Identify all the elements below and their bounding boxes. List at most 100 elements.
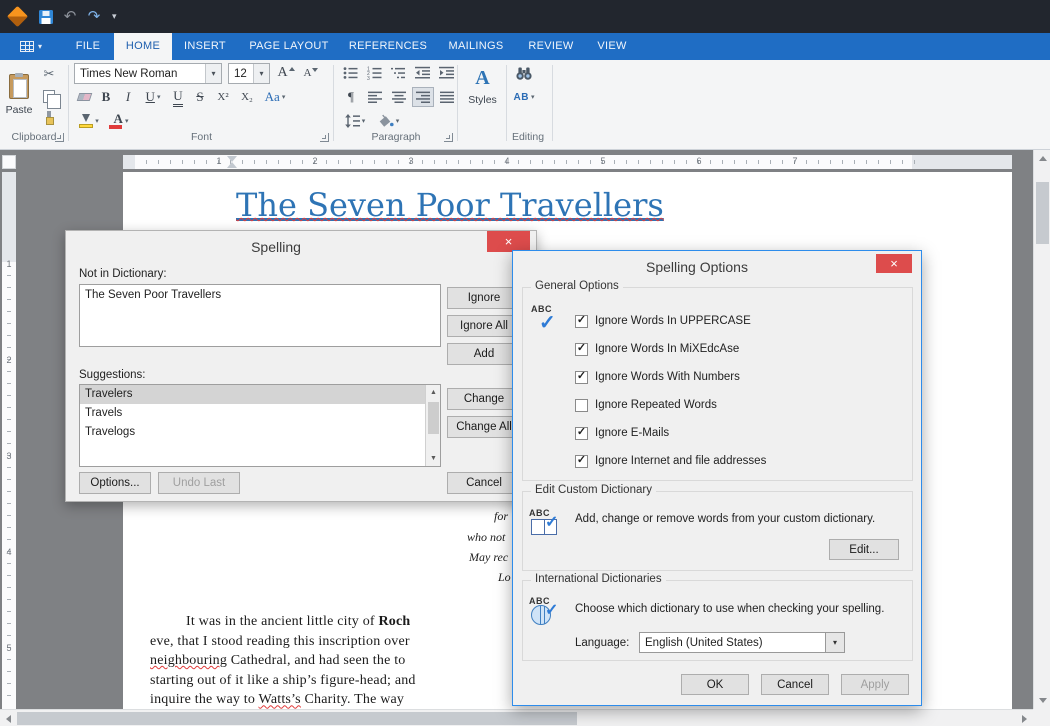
cancel-button[interactable]: Cancel — [761, 674, 829, 695]
clipboard-dialog-launcher[interactable] — [55, 133, 64, 142]
checkbox-ignore-emails[interactable]: ✓ — [575, 427, 588, 440]
ribbon-appmenu-button[interactable]: ▾ — [6, 33, 56, 60]
paragraph-dialog-launcher[interactable] — [444, 133, 453, 142]
shading-button[interactable]: ▾ — [374, 111, 404, 131]
vertical-scroll-thumb[interactable] — [1036, 182, 1049, 244]
hanging-indent-marker[interactable] — [227, 162, 237, 168]
font-color-button[interactable]: A ▾ — [106, 111, 136, 131]
numbering-button[interactable]: 123 — [362, 63, 386, 83]
styles-button[interactable]: A Styles — [460, 62, 505, 128]
font-size-dropdown-icon[interactable]: ▾ — [253, 64, 269, 83]
cut-button[interactable]: ✂ — [38, 64, 60, 84]
checkbox-ignore-repeated[interactable]: ✓ — [575, 399, 588, 412]
strikethrough-button[interactable]: S — [190, 87, 210, 107]
document-text-fragment[interactable]: Lo — [498, 570, 511, 585]
tab-insert[interactable]: INSERT — [172, 33, 238, 60]
horizontal-scrollbar[interactable] — [0, 709, 1050, 726]
line-spacing-dropdown-icon[interactable]: ▾ — [362, 117, 366, 125]
list-scroll-down-button[interactable]: ▼ — [426, 451, 441, 466]
checkbox-ignore-urls[interactable]: ✓ — [575, 455, 588, 468]
italic-button[interactable]: I — [118, 87, 138, 107]
text-highlight-button[interactable]: ▾ — [74, 111, 104, 131]
font-dialog-launcher[interactable] — [320, 133, 329, 142]
replace-button[interactable]: AB ▾ — [508, 87, 540, 107]
apply-button[interactable]: Apply — [841, 674, 909, 695]
document-text-fragment[interactable]: for — [494, 509, 508, 524]
quick-access-caret-icon[interactable]: ▾ — [112, 11, 117, 22]
horizontal-scroll-thumb[interactable] — [17, 712, 577, 725]
change-case-dropdown-icon[interactable]: ▾ — [282, 93, 286, 101]
suggestions-scrollbar[interactable]: ▲ ▼ — [425, 385, 440, 466]
close-button[interactable]: × — [876, 254, 912, 273]
ignore-button[interactable]: Ignore — [447, 287, 521, 309]
not-in-dictionary-textbox[interactable]: The Seven Poor Travellers — [79, 284, 441, 347]
options-button[interactable]: Options... — [79, 472, 151, 494]
underline-button[interactable]: U ▾ — [140, 87, 166, 107]
bold-button[interactable]: B — [96, 87, 116, 107]
undo-last-button[interactable]: Undo Last — [158, 472, 240, 494]
suggestions-listbox[interactable]: Travelers Travels Travelogs ▲ ▼ — [79, 384, 441, 467]
underline-dropdown-icon[interactable]: ▾ — [157, 93, 161, 101]
ignore-all-button[interactable]: Ignore All — [447, 315, 521, 337]
highlight-dropdown-icon[interactable]: ▾ — [95, 117, 99, 125]
vertical-scrollbar[interactable] — [1033, 150, 1050, 709]
tab-file[interactable]: FILE — [62, 33, 114, 60]
font-color-dropdown-icon[interactable]: ▾ — [125, 117, 129, 125]
scroll-left-button[interactable] — [0, 710, 17, 726]
ok-button[interactable]: OK — [681, 674, 749, 695]
checkbox-ignore-uppercase[interactable]: ✓ — [575, 315, 588, 328]
format-painter-button[interactable] — [38, 108, 60, 128]
suggestion-item[interactable]: Travels — [80, 404, 440, 423]
cancel-button[interactable]: Cancel — [447, 472, 521, 494]
tab-review[interactable]: REVIEW — [516, 33, 586, 60]
font-size-combo[interactable]: 12 ▾ — [228, 63, 270, 84]
copy-button[interactable] — [38, 86, 60, 106]
document-text-fragment[interactable]: May rec — [469, 550, 508, 565]
checkbox-ignore-numbers[interactable]: ✓ — [575, 371, 588, 384]
suggestion-item[interactable]: Travelers — [80, 385, 440, 404]
align-right-button[interactable] — [412, 87, 434, 107]
add-button[interactable]: Add — [447, 343, 521, 365]
shrink-font-button[interactable]: A — [300, 63, 322, 83]
horizontal-ruler[interactable]: 1 2 3 4 5 6 7 — [123, 155, 1012, 169]
list-scroll-up-button[interactable]: ▲ — [426, 385, 441, 400]
line-spacing-button[interactable]: ▾ — [340, 111, 370, 131]
font-name-combo[interactable]: Times New Roman ▾ — [74, 63, 222, 84]
show-marks-button[interactable]: ¶ — [340, 87, 362, 107]
justify-button[interactable] — [436, 87, 458, 107]
checkbox-ignore-mixedcase[interactable]: ✓ — [575, 343, 588, 356]
change-button[interactable]: Change — [447, 388, 521, 410]
suggestion-item[interactable]: Travelogs — [80, 423, 440, 442]
scroll-up-button[interactable] — [1034, 150, 1050, 167]
document-text-fragment[interactable]: who not — [467, 530, 505, 545]
tab-page-layout[interactable]: PAGE LAYOUT — [238, 33, 340, 60]
align-left-button[interactable] — [364, 87, 386, 107]
grow-font-button[interactable]: A — [274, 63, 298, 83]
app-logo-icon[interactable] — [0, 0, 34, 33]
save-button[interactable] — [34, 5, 58, 29]
change-all-button[interactable]: Change All — [447, 416, 521, 438]
increase-indent-button[interactable] — [434, 63, 458, 83]
bullets-button[interactable] — [338, 63, 362, 83]
replace-dropdown-icon[interactable]: ▾ — [531, 93, 535, 101]
superscript-button[interactable]: X² — [212, 87, 234, 107]
tab-view[interactable]: VIEW — [586, 33, 638, 60]
change-case-button[interactable]: Aa ▾ — [260, 87, 290, 107]
document-heading[interactable]: The Seven Poor Travellers — [236, 186, 664, 224]
tab-mailings[interactable]: MAILINGS — [436, 33, 516, 60]
subscript-button[interactable]: X₂ — [236, 87, 258, 107]
tab-references[interactable]: REFERENCES — [340, 33, 436, 60]
scroll-down-button[interactable] — [1034, 692, 1050, 709]
vertical-ruler[interactable]: 1 2 3 4 5 — [2, 172, 16, 709]
find-button[interactable] — [510, 63, 538, 83]
tab-home[interactable]: HOME — [114, 33, 172, 60]
font-name-dropdown-icon[interactable]: ▾ — [205, 64, 221, 83]
list-scroll-thumb[interactable] — [428, 402, 439, 434]
redo-button[interactable]: ↷ — [82, 5, 106, 29]
close-button[interactable]: × — [487, 231, 530, 252]
align-center-button[interactable] — [388, 87, 410, 107]
decrease-indent-button[interactable] — [410, 63, 434, 83]
undo-button[interactable]: ↶ — [58, 5, 82, 29]
double-underline-button[interactable]: U — [168, 87, 188, 107]
paste-button[interactable]: Paste — [3, 62, 35, 128]
